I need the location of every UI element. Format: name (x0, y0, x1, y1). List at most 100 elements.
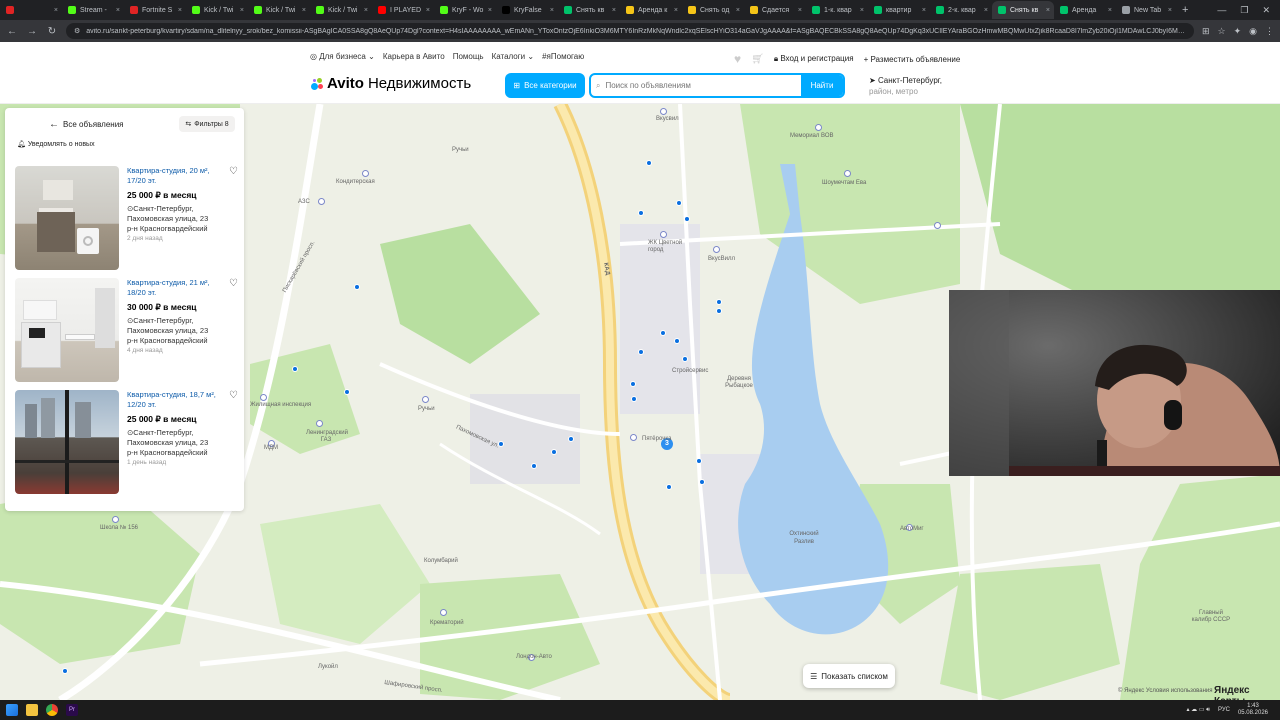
map-pin[interactable] (630, 381, 636, 387)
bookmark-star-icon[interactable]: ☆ (1218, 26, 1226, 37)
tab-close-icon[interactable]: × (178, 7, 182, 14)
map-pin[interactable] (676, 200, 682, 206)
listing-card[interactable]: Квартира-студия, 21 м², 18/20 эт. 30 000… (15, 278, 240, 382)
map-pin[interactable] (666, 484, 672, 490)
map-pin[interactable] (568, 436, 574, 442)
help-link[interactable]: Помощь (453, 52, 484, 61)
favorite-heart-icon[interactable]: ♡ (229, 166, 238, 177)
listing-card[interactable]: Квартира-студия, 20 м², 17/20 эт. 25 000… (15, 166, 240, 270)
maximize-icon[interactable]: ❐ (1240, 5, 1248, 16)
listing-photo[interactable] (15, 390, 119, 494)
minimize-icon[interactable]: — (1217, 5, 1226, 16)
chrome-icon[interactable] (46, 704, 58, 716)
tab-close-icon[interactable]: × (240, 7, 244, 14)
listing-title[interactable]: Квартира-студия, 20 м², 17/20 эт. (127, 166, 223, 186)
extensions-icon[interactable]: ✦ (1234, 26, 1242, 37)
premiere-icon[interactable]: Pr (66, 704, 78, 716)
map-pin[interactable] (699, 479, 705, 485)
browser-tab[interactable]: New Tab × (1116, 1, 1176, 19)
menu-icon[interactable]: ⋮ (1265, 26, 1274, 37)
tab-close-icon[interactable]: × (426, 7, 430, 14)
catalogs-link[interactable]: Каталоги ⌄ (492, 52, 535, 61)
tab-close-icon[interactable]: × (1168, 7, 1172, 14)
windows-start-icon[interactable] (6, 704, 18, 716)
listing-title[interactable]: Квартира-студия, 21 м², 18/20 эт. (127, 278, 223, 298)
business-link[interactable]: ◎ Для бизнеса ⌄ (310, 52, 375, 61)
map-pin[interactable] (631, 396, 637, 402)
browser-tab[interactable]: Kick / Twi × (248, 1, 310, 19)
map-pin[interactable] (716, 308, 722, 314)
tab-close-icon[interactable]: × (612, 7, 616, 14)
post-ad-link[interactable]: + Разместить объявление (864, 55, 961, 64)
poi-marker[interactable] (844, 170, 851, 177)
browser-tab[interactable]: Fortnite S × (124, 1, 186, 19)
clock[interactable]: 1:43 05.08.2026 (1238, 703, 1268, 717)
browser-tab[interactable]: Kick / Twi × (186, 1, 248, 19)
location-selector[interactable]: ➤ Санкт-Петербург, район, метро (869, 75, 942, 97)
career-link[interactable]: Карьера в Авито (383, 52, 445, 61)
map-pin[interactable] (682, 356, 688, 362)
map-pin[interactable] (292, 366, 298, 372)
cart-icon[interactable]: 🛒︎ (751, 54, 764, 65)
map-pin[interactable] (646, 160, 652, 166)
all-listings-link[interactable]: ← Все объявления (49, 119, 124, 130)
show-list-button[interactable]: ☰ Показать списком (803, 664, 895, 688)
map-pin[interactable] (638, 349, 644, 355)
tab-close-icon[interactable]: × (860, 7, 864, 14)
browser-tab[interactable]: Аренда к × (620, 1, 682, 19)
poi-marker[interactable] (934, 222, 941, 229)
browser-tab[interactable]: × (0, 1, 62, 19)
login-link[interactable]: 🔒︎ Вход и регистрация (774, 54, 854, 64)
tab-close-icon[interactable]: × (54, 7, 58, 14)
avito-logo[interactable]: Avito Недвижимость (311, 75, 471, 92)
map-pin[interactable] (638, 210, 644, 216)
address-bar[interactable]: ⚙ avito.ru/sankt-peterburg/kvartiry/sdam… (66, 23, 1194, 39)
poi-marker[interactable] (318, 198, 325, 205)
tab-close-icon[interactable]: × (1108, 7, 1112, 14)
tab-close-icon[interactable]: × (798, 7, 802, 14)
browser-tab[interactable]: квартир × (868, 1, 930, 19)
close-window-icon[interactable]: ✕ (1262, 5, 1270, 16)
map-pin[interactable] (674, 338, 680, 344)
browser-tab[interactable]: Kick / Twi × (310, 1, 372, 19)
profile-icon[interactable]: ◉ (1249, 26, 1257, 37)
poi-marker[interactable] (660, 108, 667, 115)
poi-marker[interactable] (422, 396, 429, 403)
browser-tab[interactable]: KryF - Wo × (434, 1, 496, 19)
poi-marker[interactable] (660, 231, 667, 238)
map-pin[interactable] (551, 449, 557, 455)
map-pin[interactable] (354, 284, 360, 290)
back-icon[interactable]: ← (6, 26, 18, 37)
map-pin[interactable] (684, 216, 690, 222)
browser-tab[interactable]: 1-к. квар × (806, 1, 868, 19)
tab-close-icon[interactable]: × (984, 7, 988, 14)
find-button[interactable]: Найти (801, 75, 843, 96)
reload-icon[interactable]: ↻ (46, 26, 58, 37)
map-copyright[interactable]: © Яндекс Условия использования (1118, 688, 1213, 694)
favorite-heart-icon[interactable]: ♡ (229, 278, 238, 289)
favorite-heart-icon[interactable]: ♡ (229, 390, 238, 401)
browser-tab[interactable]: Сдается × (744, 1, 806, 19)
tray-icons[interactable]: ▴ ☁ ▭ 🔊︎ (1186, 706, 1209, 714)
poi-marker[interactable] (815, 124, 822, 131)
browser-tab[interactable]: Снять кв × (992, 1, 1054, 19)
tab-close-icon[interactable]: × (302, 7, 306, 14)
map-pin[interactable] (696, 458, 702, 464)
poi-marker[interactable] (630, 434, 637, 441)
all-categories-button[interactable]: ⊞ Все категории (505, 73, 585, 98)
browser-tab[interactable]: KryFalse × (496, 1, 558, 19)
poi-marker[interactable] (440, 609, 447, 616)
search-input[interactable] (605, 81, 801, 90)
poi-marker[interactable] (362, 170, 369, 177)
tab-close-icon[interactable]: × (674, 7, 678, 14)
browser-tab[interactable]: Снять од × (682, 1, 744, 19)
browser-tab[interactable]: Снять кв × (558, 1, 620, 19)
browser-tab[interactable]: Stream - × (62, 1, 124, 19)
poi-marker[interactable] (260, 394, 267, 401)
poi-marker[interactable] (713, 246, 720, 253)
map-pin[interactable] (531, 463, 537, 469)
translate-icon[interactable]: ⊞ (1202, 26, 1210, 37)
tab-close-icon[interactable]: × (922, 7, 926, 14)
map-pin[interactable] (660, 330, 666, 336)
map-pin[interactable] (62, 668, 68, 674)
